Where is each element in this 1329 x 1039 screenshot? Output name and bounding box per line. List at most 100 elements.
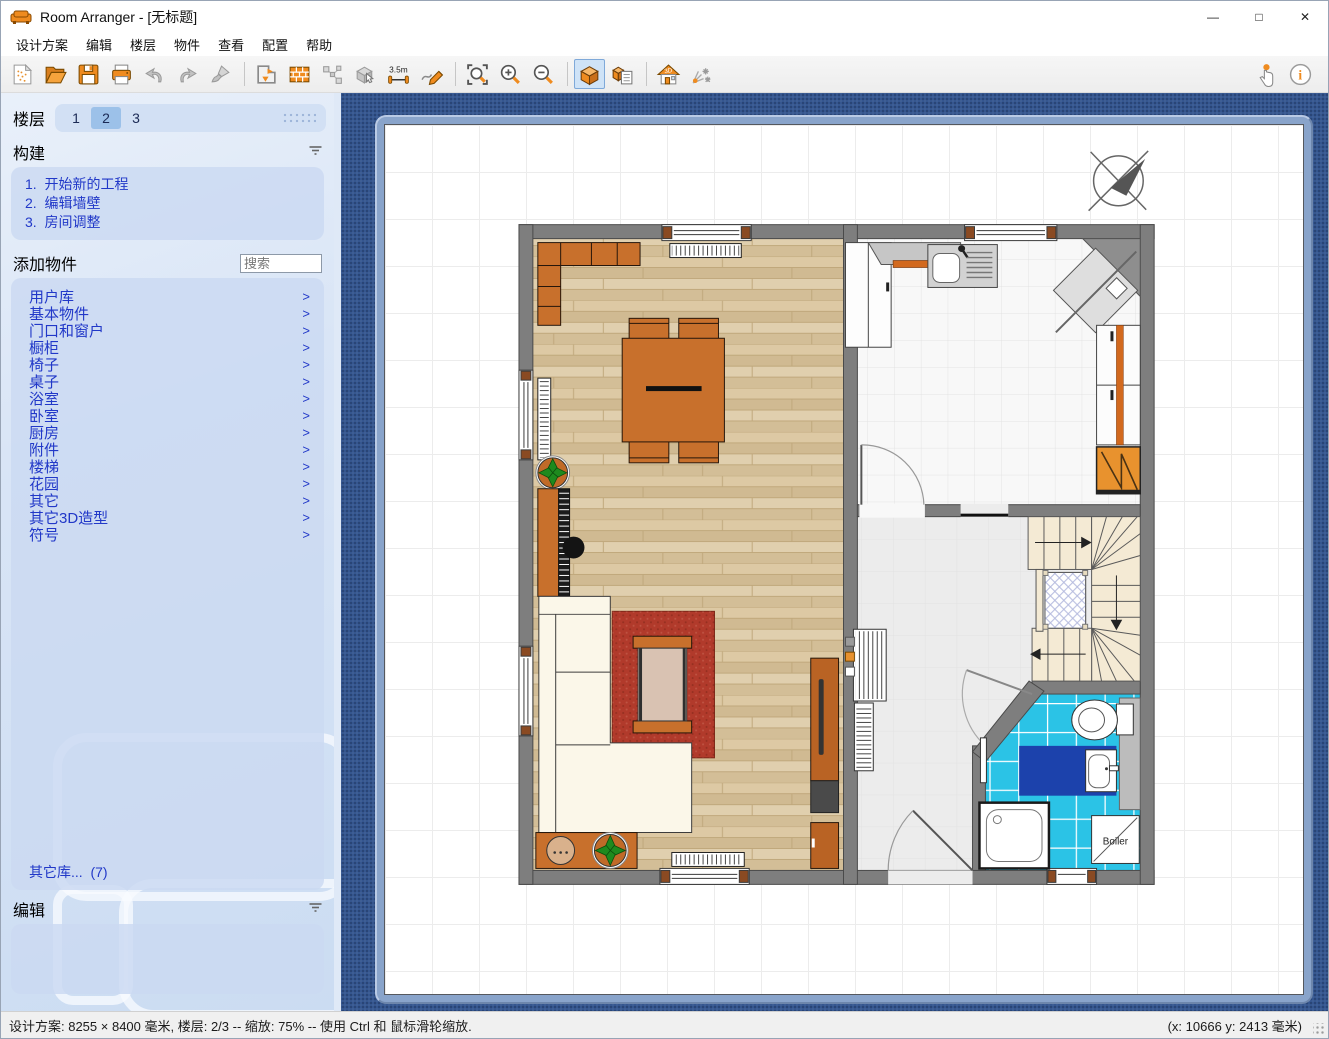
category-cabinets[interactable]: 橱柜> <box>29 339 312 356</box>
view-3d-house-button[interactable]: 3D <box>653 59 684 89</box>
category-other-3d[interactable]: 其它3D造型> <box>29 509 312 526</box>
open-button[interactable] <box>40 59 71 89</box>
kitchen-sink[interactable] <box>928 245 997 288</box>
floor-plan[interactable]: Boiler <box>385 125 1303 994</box>
measure-button[interactable]: 3.5m <box>383 59 414 89</box>
edit-points-icon <box>320 62 345 87</box>
floor-tab-3[interactable]: 3 <box>121 107 151 129</box>
chevron-right-icon: > <box>302 357 310 372</box>
floor-tab-1[interactable]: 1 <box>61 107 91 129</box>
room-wizard-button[interactable] <box>251 59 282 89</box>
touch-mode-button[interactable] <box>1252 59 1283 89</box>
plan-page[interactable]: Boiler <box>384 124 1304 995</box>
sketch-button[interactable] <box>416 59 447 89</box>
category-symbols[interactable]: 符号> <box>29 526 312 543</box>
light-burst-button[interactable] <box>686 59 717 89</box>
menu-floor[interactable]: 楼层 <box>121 33 165 56</box>
status-plan-info: 设计方案: 8255 × 8400 毫米, 楼层: 2/3 -- 缩放: 75%… <box>1 1016 472 1035</box>
potted-plant[interactable] <box>592 833 628 869</box>
menu-design[interactable]: 设计方案 <box>7 33 77 56</box>
menu-object[interactable]: 物件 <box>165 33 209 56</box>
category-kitchen[interactable]: 厨房> <box>29 424 312 441</box>
chevron-right-icon: > <box>302 408 310 423</box>
format-brush-button[interactable] <box>205 59 236 89</box>
coffee-table[interactable] <box>633 636 692 733</box>
window-left-upper <box>519 370 533 460</box>
zoom-window-button[interactable] <box>462 59 493 89</box>
hand-pointer-icon <box>1255 62 1280 87</box>
redo-icon <box>175 62 200 87</box>
chevron-right-icon: > <box>302 306 310 321</box>
floors-label: 楼层 <box>13 106 45 130</box>
redo-button[interactable] <box>172 59 203 89</box>
window-top-kitchen <box>965 225 1057 241</box>
page-frame: Boiler <box>375 115 1313 1004</box>
category-chairs[interactable]: 椅子> <box>29 356 312 373</box>
chevron-right-icon: > <box>302 391 310 406</box>
window-left-lower <box>519 646 533 736</box>
category-bedroom[interactable]: 卧室> <box>29 407 312 424</box>
select-object-button[interactable] <box>350 59 381 89</box>
new-document-button[interactable] <box>7 59 38 89</box>
dining-set[interactable] <box>622 318 724 463</box>
save-button[interactable] <box>73 59 104 89</box>
window-title: Room Arranger - [无标题] <box>40 7 197 27</box>
build-step-adjust-rooms[interactable]: 3. 房间调整 <box>25 213 310 232</box>
build-panel: 1. 开始新的工程 2. 编辑墙壁 3. 房间调整 <box>11 167 324 240</box>
kitchen-appliance[interactable] <box>1097 447 1141 494</box>
wall-tool-button[interactable] <box>284 59 315 89</box>
category-tables[interactable]: 桌子> <box>29 373 312 390</box>
menu-view[interactable]: 查看 <box>209 33 253 56</box>
build-step-edit-walls[interactable]: 2. 编辑墙壁 <box>25 194 310 213</box>
resize-grip[interactable] <box>1313 1023 1325 1035</box>
toolbar: 3.5m 3D i <box>1 56 1328 93</box>
category-stairs[interactable]: 楼梯> <box>29 458 312 475</box>
drag-grip-dots[interactable] <box>282 112 316 125</box>
more-libraries-link[interactable]: 其它库... (7) <box>29 862 312 882</box>
minimize-button[interactable]: — <box>1190 1 1236 33</box>
washbasin[interactable] <box>1086 750 1119 792</box>
close-button[interactable]: ✕ <box>1282 1 1328 33</box>
open-folder-icon <box>43 62 68 87</box>
hall-opening-threshold <box>961 504 1009 518</box>
category-accessories[interactable]: 附件> <box>29 441 312 458</box>
print-button[interactable] <box>106 59 137 89</box>
zoom-in-button[interactable] <box>495 59 526 89</box>
category-doors-windows[interactable]: 门口和窗户> <box>29 322 312 339</box>
tv-unit[interactable] <box>811 658 839 868</box>
towel-rail[interactable] <box>980 738 986 783</box>
kitchen-right-cabinets[interactable] <box>1097 325 1141 445</box>
view-3d-object-button[interactable] <box>574 59 605 89</box>
svg-text:3.5m: 3.5m <box>389 64 408 74</box>
toilet[interactable] <box>1072 700 1134 740</box>
category-garden[interactable]: 花园> <box>29 475 312 492</box>
staircase[interactable] <box>1028 517 1140 681</box>
edit-points-button[interactable] <box>317 59 348 89</box>
search-input[interactable] <box>240 254 322 273</box>
stool[interactable] <box>563 537 585 559</box>
zoom-out-button[interactable] <box>528 59 559 89</box>
object-list-button[interactable] <box>607 59 638 89</box>
chevron-right-icon: > <box>302 527 310 542</box>
zoom-out-icon <box>531 62 556 87</box>
menu-help[interactable]: 帮助 <box>297 33 341 56</box>
drawing-canvas[interactable]: Boiler <box>341 93 1328 1011</box>
toolbar-separator <box>567 62 568 86</box>
light-burst-icon <box>689 62 714 87</box>
menu-settings[interactable]: 配置 <box>253 33 297 56</box>
menu-edit[interactable]: 编辑 <box>77 33 121 56</box>
bowl <box>547 837 575 865</box>
radiator-top <box>670 244 741 258</box>
collapse-icon[interactable] <box>309 143 322 161</box>
potted-plant[interactable] <box>536 456 570 490</box>
boiler[interactable]: Boiler <box>1092 816 1140 864</box>
shower-tray[interactable] <box>979 803 1048 869</box>
info-button[interactable]: i <box>1285 59 1316 89</box>
maximize-button[interactable]: □ <box>1236 1 1282 33</box>
titlebar: Room Arranger - [无标题] — □ ✕ <box>1 1 1328 33</box>
undo-button[interactable] <box>139 59 170 89</box>
floor-tab-2[interactable]: 2 <box>91 107 121 129</box>
build-step-new-project[interactable]: 1. 开始新的工程 <box>25 175 310 194</box>
category-bathroom[interactable]: 浴室> <box>29 390 312 407</box>
collapse-icon[interactable] <box>309 900 322 918</box>
